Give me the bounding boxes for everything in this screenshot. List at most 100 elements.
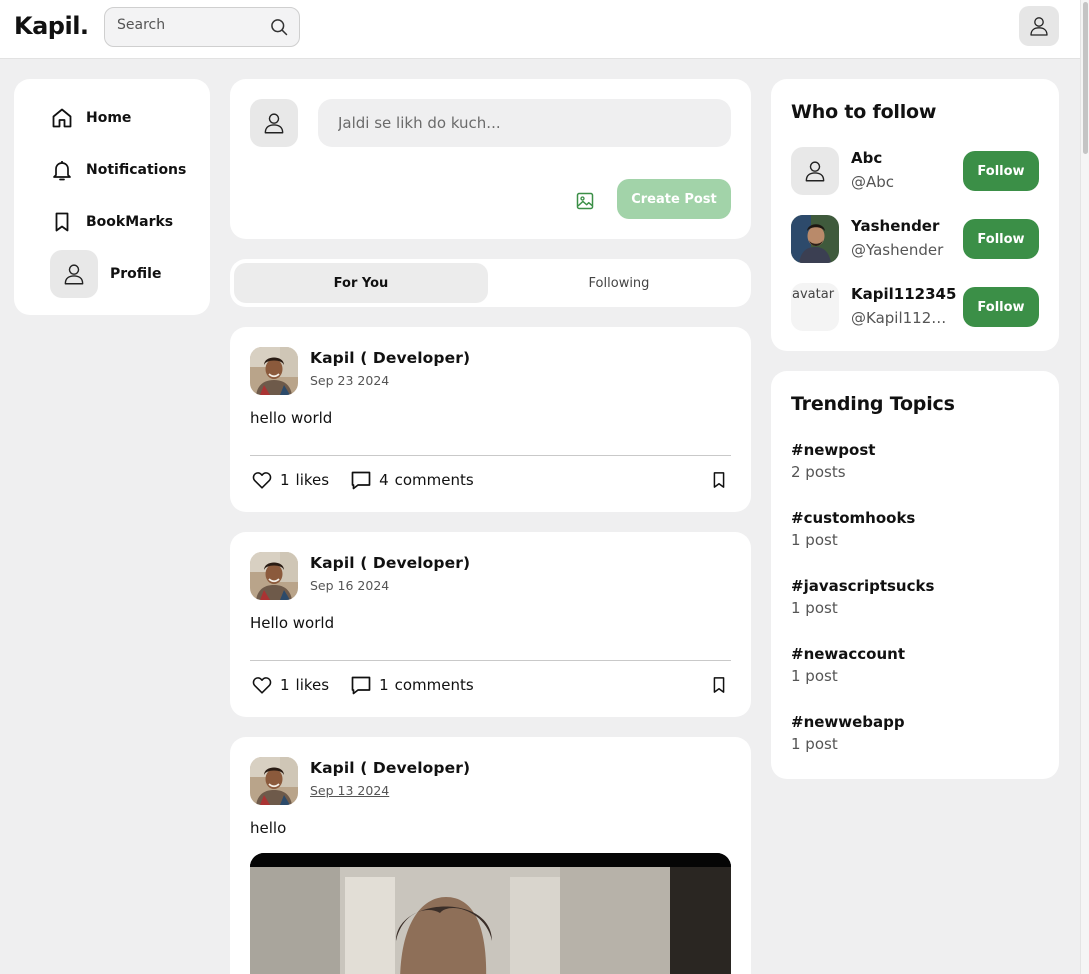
sidebar-item-label: Notifications [86,162,187,178]
avatar[interactable] [791,215,839,263]
comment-icon [349,468,373,492]
create-post-button[interactable]: Create Post [617,179,731,219]
comment-label: comments [394,676,474,694]
comment-icon [349,673,373,697]
panel-title: Who to follow [791,101,937,123]
topic-count: 1 post [791,599,838,617]
avatar-alt-text: avatar [792,287,835,302]
post-date[interactable]: Sep 16 2024 [310,578,389,593]
like-count: 1 [280,471,290,489]
avatar[interactable] [791,147,839,195]
topic-tag[interactable]: #newpost [791,441,1039,459]
avatar[interactable] [250,757,298,805]
logo[interactable]: Kapil. [14,12,89,40]
sidebar-item-bookmarks[interactable]: BookMarks [50,198,173,246]
sidebar-item-label: Profile [110,266,162,282]
like-label: likes [295,471,330,489]
post-actions: 1 likes 4 comments [250,468,731,492]
post-body: hello [250,819,287,837]
user-name[interactable]: Kapil112345 [851,285,956,303]
user-handle: @Abc [851,173,895,191]
comment-label: comments [394,471,474,489]
follow-suggestion: Yashender @Yashender Follow [791,215,1039,263]
topic-tag[interactable]: #newwebapp [791,713,1039,731]
user-handle: @Yashender [851,241,944,259]
feed-tabs: For You Following [230,259,751,307]
video-frame [250,853,731,974]
follow-button[interactable]: Follow [963,219,1039,259]
bell-icon [50,158,74,182]
divider [250,660,731,661]
post-text-input[interactable] [318,99,731,147]
post-card: Kapil ( Developer) Sep 23 2024 hello wor… [230,327,751,512]
topic-count: 2 posts [791,463,846,481]
page-scrollbar[interactable] [1080,0,1089,974]
tab-for-you[interactable]: For You [234,263,488,303]
trending-topic[interactable]: #javascriptsucks 1 post [791,577,1039,617]
account-avatar-button[interactable] [1019,6,1059,46]
post-author[interactable]: Kapil ( Developer) [310,554,470,572]
follow-suggestion: Abc @Abc Follow [791,147,1039,195]
like-label: likes [295,676,330,694]
post-actions: 1 likes 1 comments [250,673,731,697]
topic-count: 1 post [791,735,838,753]
search-box[interactable] [104,7,300,47]
like-button[interactable]: 1 likes [250,468,329,492]
post-author[interactable]: Kapil ( Developer) [310,759,470,777]
like-count: 1 [280,676,290,694]
topic-count: 1 post [791,531,838,549]
avatar[interactable] [250,552,298,600]
post-author[interactable]: Kapil ( Developer) [310,349,470,367]
post-composer: Create Post [230,79,751,239]
trending-topic[interactable]: #newpost 2 posts [791,441,1039,481]
comment-count: 1 [379,676,389,694]
sidebar-nav: Home Notifications BookMarks Profile [14,79,210,315]
panel-title: Trending Topics [791,393,955,415]
sidebar-item-label: BookMarks [86,214,174,230]
top-bar: Kapil. [0,0,1080,59]
trending-topic[interactable]: #newwebapp 1 post [791,713,1039,753]
sidebar-item-label: Home [86,110,132,126]
user-icon [261,110,287,136]
tab-following[interactable]: Following [492,263,746,303]
search-icon[interactable] [269,17,289,41]
comment-button[interactable]: 1 comments [349,673,474,697]
avatar[interactable] [250,347,298,395]
user-icon [50,250,98,298]
heart-icon [250,673,274,697]
comment-button[interactable]: 4 comments [349,468,474,492]
bookmark-icon [50,210,74,234]
follow-button[interactable]: Follow [963,151,1039,191]
topic-count: 1 post [791,667,838,685]
trending-topic[interactable]: #newaccount 1 post [791,645,1039,685]
who-to-follow-panel: Who to follow Abc @Abc Follow Yashender … [771,79,1059,351]
post-date[interactable]: Sep 13 2024 [310,783,389,798]
search-input[interactable] [117,17,257,33]
trending-topics-panel: Trending Topics #newpost 2 posts #custom… [771,371,1059,779]
image-upload-icon[interactable] [573,189,597,213]
comment-count: 4 [379,471,389,489]
sidebar-item-profile[interactable]: Profile [50,250,161,298]
trending-topic[interactable]: #customhooks 1 post [791,509,1039,549]
like-button[interactable]: 1 likes [250,673,329,697]
avatar [250,99,298,147]
broken-image-avatar[interactable]: avatar [791,283,839,331]
topic-tag[interactable]: #customhooks [791,509,1039,527]
topic-tag[interactable]: #javascriptsucks [791,577,1039,595]
post-card: Kapil ( Developer) Sep 16 2024 Hello wor… [230,532,751,717]
topic-tag[interactable]: #newaccount [791,645,1039,663]
follow-suggestion: avatar Kapil112345 @Kapil112345 Follow [791,283,1039,331]
home-icon [50,106,74,130]
follow-button[interactable]: Follow [963,287,1039,327]
post-body: Hello world [250,614,335,632]
sidebar-item-home[interactable]: Home [50,94,131,142]
bookmark-icon[interactable] [707,468,731,492]
user-name[interactable]: Abc [851,149,882,167]
scrollbar-thumb[interactable] [1083,2,1088,154]
user-name[interactable]: Yashender [851,217,939,235]
bookmark-icon[interactable] [707,673,731,697]
user-icon [1027,14,1051,38]
post-date[interactable]: Sep 23 2024 [310,373,389,388]
post-video[interactable] [250,853,731,974]
sidebar-item-notifications[interactable]: Notifications [50,146,186,194]
